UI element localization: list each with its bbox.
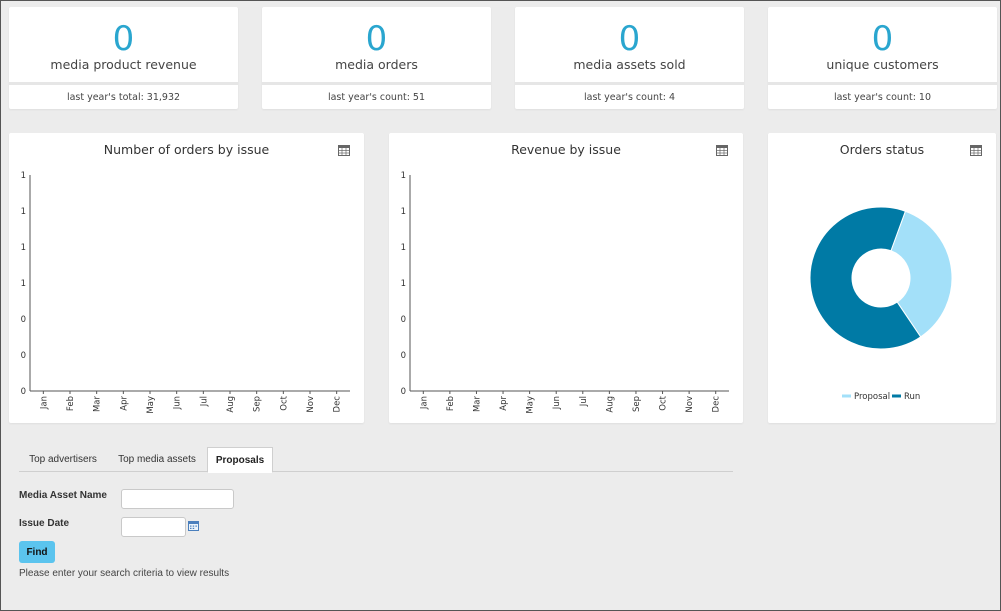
x-tick-label: Dec	[333, 396, 343, 413]
x-tick-label: Dec	[712, 396, 722, 413]
kpi-subtext: last year's count: 51	[327, 92, 426, 103]
x-tick-label: Apr	[499, 396, 509, 411]
y-tick-label: 1	[401, 279, 406, 289]
kpi-label: media assets sold	[573, 57, 686, 72]
kpi-value: 0	[618, 19, 641, 59]
x-tick-label: Jan	[419, 396, 429, 410]
kpi-card-assets-sold: 0 media assets sold last year's count: 4	[515, 7, 744, 109]
kpi-label: unique customers	[826, 57, 939, 72]
kpi-value: 0	[112, 19, 135, 59]
x-tick-label: Aug	[605, 396, 615, 413]
x-tick-label: Mar	[93, 396, 103, 413]
media-asset-name-label: Media Asset Name	[19, 490, 107, 501]
kpi-subtext: last year's count: 10	[833, 92, 932, 103]
kpi-label: media orders	[335, 57, 418, 72]
kpi-label: media product revenue	[50, 57, 197, 72]
tab-proposals[interactable]: Proposals	[207, 447, 273, 473]
x-tick-label: Sep	[253, 396, 263, 412]
x-tick-label: Jun	[552, 396, 562, 410]
kpi-value: 0	[365, 19, 388, 59]
calendar-icon[interactable]	[188, 521, 199, 531]
kpi-value: 0	[871, 19, 894, 59]
issue-date-label: Issue Date	[19, 518, 70, 529]
x-tick-label: Oct	[659, 395, 669, 410]
media-asset-name-input[interactable]	[121, 489, 234, 509]
kpi-card-revenue: 0 media product revenue last year's tota…	[9, 7, 238, 109]
x-tick-label: Jul	[579, 396, 589, 407]
report-tabs: Top advertisers Top media assets Proposa…	[19, 447, 733, 473]
kpi-card-customers: 0 unique customers last year's count: 10	[768, 7, 997, 109]
x-tick-label: Jul	[199, 396, 209, 407]
x-tick-label: Mar	[472, 396, 482, 413]
x-tick-label: May	[526, 396, 536, 414]
revenue-by-issue-chart: 1 1 1 1 0 0 0 Jan Feb Mar Apr May Jun Jul Aug Sep Oct Nov…	[401, 171, 729, 414]
x-tick-label: Jun	[173, 396, 183, 410]
x-tick-label: Aug	[226, 396, 236, 413]
legend-run-label: Run	[904, 392, 920, 402]
orders-status-panel: Orders status Proposal Run	[768, 133, 996, 423]
orders-by-issue-chart: 1 1 1 1 0 0 0 Jan Feb Mar Apr May Jun Jul Aug Sep Oct Nov…	[21, 171, 350, 414]
y-tick-label: 1	[21, 243, 26, 253]
kpi-card-orders: 0 media orders last year's count: 51	[262, 7, 491, 109]
orders-by-issue-panel: Number of orders by issue 1 1 1 1 0 0 0 Jan Feb M…	[9, 133, 364, 423]
y-tick-label: 0	[21, 387, 26, 397]
search-hint: Please enter your search criteria to vie…	[19, 568, 230, 579]
y-tick-label: 1	[21, 171, 26, 181]
kpi-divider	[262, 82, 491, 85]
issue-date-input[interactable]	[121, 517, 186, 537]
find-button[interactable]: Find	[19, 541, 55, 563]
kpi-divider	[9, 82, 238, 85]
kpi-subtext: last year's count: 4	[584, 92, 675, 103]
tab-top-advertisers[interactable]: Top advertisers	[19, 447, 107, 472]
x-tick-label: Apr	[119, 396, 129, 411]
y-tick-label: 1	[401, 207, 406, 217]
y-tick-label: 1	[401, 243, 406, 253]
y-tick-label: 0	[21, 351, 26, 361]
kpi-divider	[768, 82, 997, 85]
x-tick-label: Feb	[446, 396, 456, 411]
y-tick-label: 0	[401, 315, 406, 325]
x-tick-label: May	[146, 396, 156, 414]
kpi-divider	[515, 82, 744, 85]
tab-top-media-assets[interactable]: Top media assets	[107, 447, 207, 472]
legend-proposal-label: Proposal	[854, 392, 890, 402]
x-tick-label: Nov	[306, 396, 316, 413]
y-tick-label: 0	[21, 315, 26, 325]
orders-status-chart: Proposal Run	[809, 206, 953, 402]
y-tick-label: 0	[401, 351, 406, 361]
x-tick-label: Feb	[66, 396, 76, 411]
x-tick-label: Oct	[279, 395, 289, 410]
kpi-subtext: last year's total: 31,932	[66, 92, 181, 103]
y-tick-label: 1	[401, 171, 406, 181]
x-tick-label: Sep	[632, 396, 642, 412]
revenue-by-issue-panel: Revenue by issue 1 1 1 1 0 0 0 Jan Feb Mar Apr May J…	[389, 133, 743, 423]
x-tick-label: Nov	[685, 396, 695, 413]
x-tick-label: Jan	[39, 396, 49, 410]
y-tick-label: 1	[21, 279, 26, 289]
y-tick-label: 0	[401, 387, 406, 397]
y-tick-label: 1	[21, 207, 26, 217]
